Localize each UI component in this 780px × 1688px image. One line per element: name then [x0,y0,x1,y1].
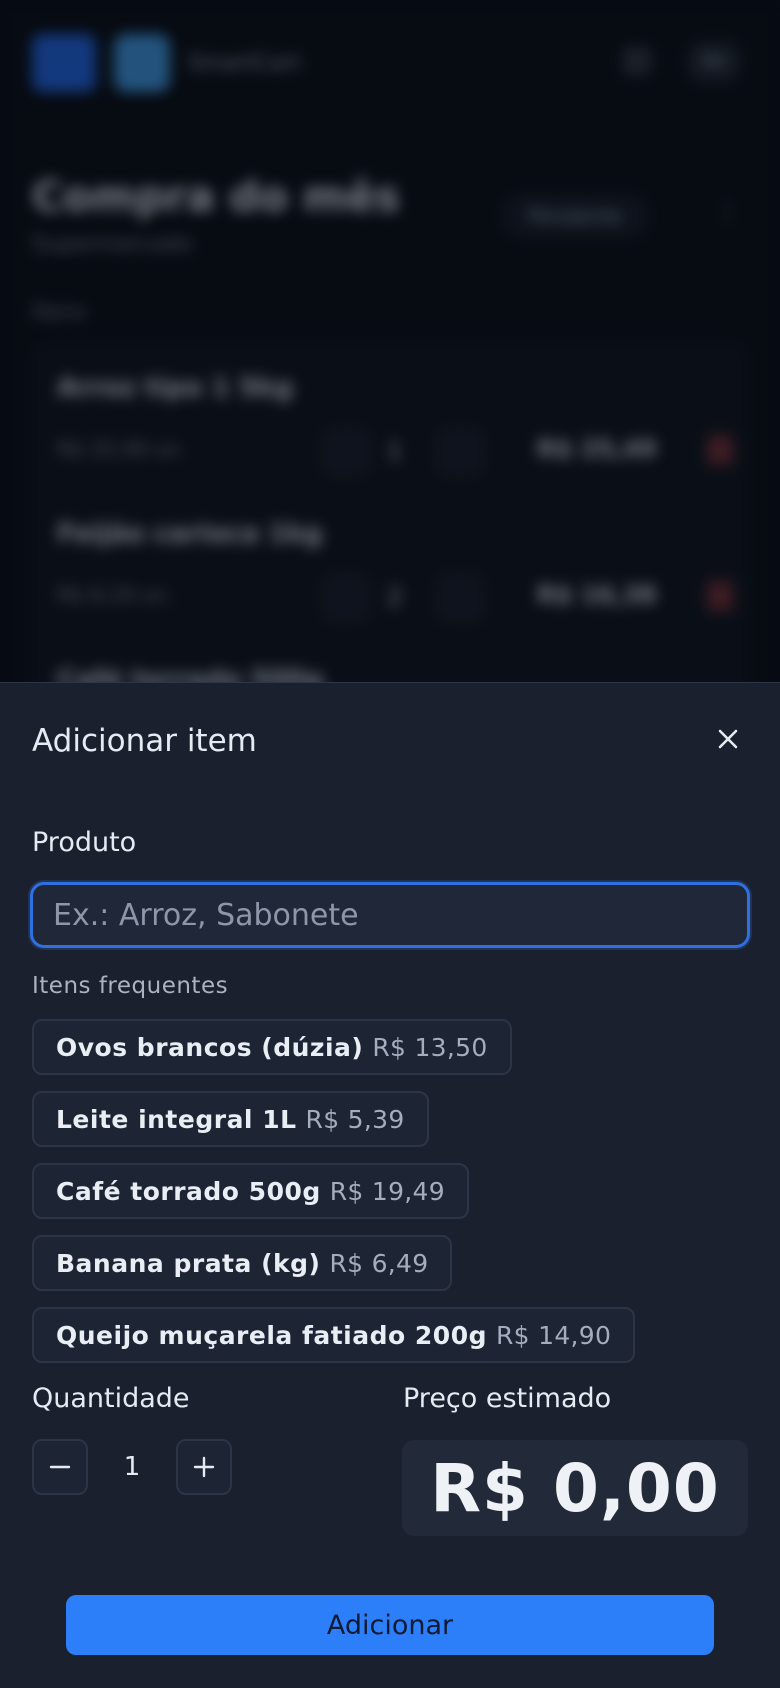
plus-icon [435,427,485,477]
estimated-price-label: Preço estimado [403,1383,612,1414]
avatar: RA [686,40,742,84]
menu-icon [32,34,96,92]
add-item-sheet: Adicionar item Produto Itens frequentes … [0,682,780,1688]
chip-name: Banana prata (kg) [56,1248,321,1278]
quantity-value: 1 [123,1452,141,1482]
chip-name: Ovos brancos (dúzia) [56,1032,364,1062]
app-header: SmartCart [32,34,301,92]
item-name: Arroz tipo 1 5kg [57,373,293,403]
theme-icon [622,46,652,76]
frequent-items-list: Ovos brancos (dúzia) R$ 13,50 Leite inte… [32,1019,636,1363]
estimated-price-value: R$ 0,00 [430,1449,720,1527]
chip-name: Café torrado 500g [56,1176,321,1206]
item-qty: 2 [387,583,403,611]
chip-price: R$ 13,50 [372,1032,488,1062]
frequent-item-chip[interactable]: Banana prata (kg) R$ 6,49 [32,1235,453,1291]
item-total: R$ 25,49 [537,435,657,463]
product-label: Produto [32,827,137,858]
item-name: Feijão carioca 1kg [57,519,323,549]
minus-icon [321,573,371,623]
item-list: Arroz tipo 1 5kg R$ 25,49 un. 1 R$ 25,49… [32,342,748,700]
chip-price: R$ 19,49 [329,1176,445,1206]
plus-icon [193,1456,215,1478]
quantity-label: Quantidade [32,1383,190,1414]
list-title: Compra do mês [32,172,400,221]
sheet-title: Adicionar item [32,723,257,759]
app-logo [114,34,170,92]
frequent-item-chip[interactable]: Queijo muçarela fatiado 200g R$ 14,90 [32,1307,636,1363]
decrease-button[interactable] [32,1439,88,1495]
chip-price: R$ 6,49 [329,1248,429,1278]
background-page: SmartCart RA Compra do mês Supermercado … [0,0,780,700]
trash-icon [707,435,733,465]
item-total: R$ 16,38 [537,581,657,609]
chip-price: R$ 5,39 [305,1104,405,1134]
section-label: Itens [32,300,87,325]
close-button[interactable] [708,719,748,759]
item-unit-price: R$ 25,49 un. [57,437,186,461]
product-input[interactable] [30,882,750,948]
item-qty: 1 [387,437,403,465]
more-icon: ⋮ [714,196,740,226]
plus-icon [435,573,485,623]
list-subtitle: Supermercado [32,232,193,257]
frequent-items-label: Itens frequentes [32,973,229,999]
frequent-item-chip[interactable]: Leite integral 1L R$ 5,39 [32,1091,429,1147]
add-button[interactable]: Adicionar [66,1595,714,1655]
list-item: Arroz tipo 1 5kg R$ 25,49 un. 1 R$ 25,49 [57,373,733,477]
brand-name: SmartCart [188,50,302,76]
list-item: Feijão carioca 1kg R$ 8,19 un. 2 R$ 16,3… [57,519,733,623]
minus-icon [49,1465,71,1469]
status-filter: Pendente [500,192,651,240]
estimated-price-box: R$ 0,00 [402,1440,748,1536]
quantity-stepper: 1 [32,1439,232,1495]
frequent-item-chip[interactable]: Café torrado 500g R$ 19,49 [32,1163,469,1219]
trash-icon [707,581,733,611]
minus-icon [321,427,371,477]
frequent-item-chip[interactable]: Ovos brancos (dúzia) R$ 13,50 [32,1019,512,1075]
chip-name: Leite integral 1L [56,1104,297,1134]
close-icon [718,729,738,749]
chip-name: Queijo muçarela fatiado 200g [56,1320,487,1350]
increase-button[interactable] [176,1439,232,1495]
item-unit-price: R$ 8,19 un. [57,583,173,607]
chip-price: R$ 14,90 [495,1320,612,1350]
